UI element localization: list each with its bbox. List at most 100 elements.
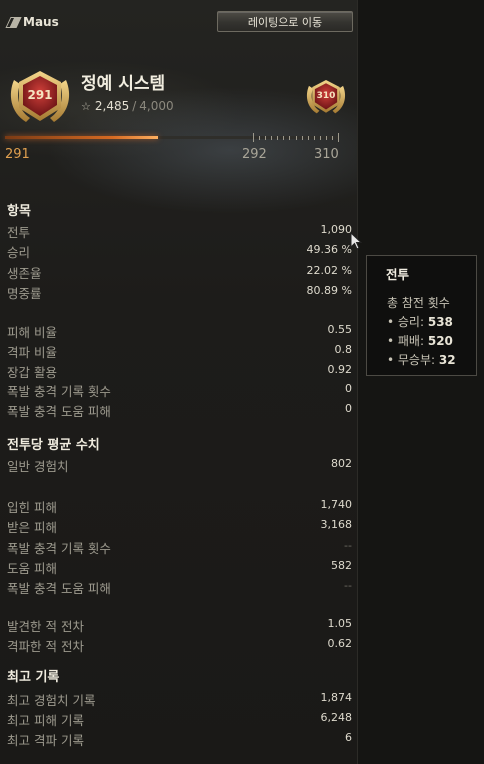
progress-tick <box>295 136 297 140</box>
stat-row: 격파 비율 0.8 <box>7 342 352 362</box>
tooltip-item-value: 538 <box>427 315 453 329</box>
stat-label: 폭발 충격 기록 횟수 <box>7 540 111 556</box>
progress-tick <box>325 136 327 140</box>
stat-label: 최고 격파 기록 <box>7 733 84 748</box>
stat-row: 격파한 적 전차 0.62 <box>7 636 352 656</box>
tooltip-item-value: 32 <box>438 353 456 367</box>
stat-row: 전투 1,090 <box>7 222 352 242</box>
right-background <box>358 0 484 764</box>
stat-row: 받은 피해 3,168 <box>7 517 352 537</box>
tank-title-row: Maus <box>6 15 59 29</box>
progress-tick <box>319 136 321 140</box>
stat-row: 폭발 충격 기록 횟수 0 <box>7 381 352 401</box>
stat-label: 생존율 <box>7 265 42 281</box>
section-title: 전투당 평균 수치 <box>7 438 100 453</box>
stat-label: 일반 경험치 <box>7 459 69 474</box>
stat-label: 장갑 활용 <box>7 364 57 380</box>
stat-value: 1,090 <box>320 223 353 236</box>
tooltip-item-label: • 패배: <box>387 334 425 348</box>
progress-tick <box>338 133 339 142</box>
go-to-rating-button[interactable]: 레이팅으로 이동 <box>217 11 353 32</box>
stat-row: 승리 49.36 % <box>7 242 352 262</box>
stat-row: 최고 격파 기록 6 <box>7 730 352 750</box>
stat-label: 명중률 <box>7 285 42 301</box>
stat-value: 0.92 <box>327 362 353 376</box>
stat-row: 폭발 충격 도움 피해 -- <box>7 578 352 598</box>
next-level-badge: 310 <box>303 78 349 116</box>
stat-value: 1.05 <box>327 617 353 630</box>
elite-system-title: 정예 시스템 <box>81 74 166 94</box>
tier-chevron-icon <box>6 16 18 28</box>
stat-value: -- <box>344 579 352 593</box>
stat-label: 최고 경험치 기록 <box>7 693 96 708</box>
stat-label: 폭발 충격 도움 피해 <box>7 404 111 420</box>
progress-tick <box>301 136 303 140</box>
stat-label: 피해 비율 <box>7 325 57 340</box>
stat-label: 격파한 적 전차 <box>7 639 84 654</box>
progress-tick <box>307 136 309 140</box>
stat-row: 피해 비율 0.55 <box>7 322 352 342</box>
tooltip-item-label: • 승리: <box>387 315 425 329</box>
stat-label: 격파 비율 <box>7 344 57 360</box>
stat-value: 6 <box>345 731 352 744</box>
stat-value: 1,740 <box>320 498 353 511</box>
stat-value: 0.62 <box>327 637 353 650</box>
progress-tick <box>265 136 267 140</box>
tooltip-items: • 승리: 538 • 패배: 520 • 무승부: 32 <box>387 313 476 368</box>
xp-separator: / <box>132 99 137 113</box>
tooltip-item-value: 520 <box>427 334 453 348</box>
stat-value: 80.89 % <box>306 283 352 297</box>
battles-tooltip: 전투 총 참전 횟수 • 승리: 538 • 패배: 520 • 무승부: 32 <box>366 255 477 376</box>
stat-value: -- <box>344 538 352 552</box>
stat-row: 장갑 활용 0.92 <box>7 362 352 382</box>
tooltip-item: • 무승부: 32 <box>387 351 476 368</box>
stat-row: 입힌 피해 1,740 <box>7 497 352 517</box>
xp-current: 2,485 <box>94 99 130 113</box>
stat-row: 명중률 80.89 % <box>7 283 352 303</box>
progress-tick <box>271 136 273 140</box>
tank-name: Maus <box>23 15 59 29</box>
stat-row: 생존율 22.02 % <box>7 263 352 283</box>
stat-label: 받은 피해 <box>7 520 57 536</box>
stat-value: 6,248 <box>320 711 353 724</box>
stat-value: 0.55 <box>327 323 353 336</box>
stat-row: 최고 피해 기록 6,248 <box>7 710 352 730</box>
level-mid-label: 292 <box>242 147 267 162</box>
stat-value: 3,168 <box>320 518 353 532</box>
section-title: 최고 기록 <box>7 670 60 685</box>
progress-tick <box>283 136 285 140</box>
stat-value: 49.36 % <box>306 243 352 257</box>
progress-tick <box>277 136 279 140</box>
stat-value: 1,874 <box>320 691 353 704</box>
stat-label: 전투 <box>7 225 31 240</box>
elite-xp-row: ☆ 2,485 / 4,000 <box>81 99 174 113</box>
stat-label: 폭발 충격 도움 피해 <box>7 581 111 597</box>
stat-label: 승리 <box>7 245 31 261</box>
stat-value: 802 <box>331 457 352 470</box>
tooltip-item-label: • 무승부: <box>387 353 436 367</box>
tooltip-item: • 패배: 520 <box>387 332 476 349</box>
stat-row: 일반 경험치 802 <box>7 456 352 476</box>
progress-tick <box>313 136 315 140</box>
star-icon: ☆ <box>81 99 91 113</box>
stat-row: 도움 피해 582 <box>7 558 352 578</box>
stat-value: 0 <box>345 402 352 416</box>
section-title: 항목 <box>7 204 31 219</box>
next-level-number: 310 <box>316 91 336 101</box>
elite-level-badge: 291 <box>6 68 74 126</box>
progress-tick <box>259 136 261 140</box>
stat-row: 최고 경험치 기록 1,874 <box>7 690 352 710</box>
stat-label: 발견한 적 전차 <box>7 619 84 634</box>
stat-label: 최고 피해 기록 <box>7 713 84 728</box>
stat-value: 582 <box>331 558 352 572</box>
progress-tick <box>253 133 254 142</box>
stat-label: 입힌 피해 <box>7 500 57 515</box>
level-current-label: 291 <box>5 147 30 162</box>
stat-label: 폭발 충격 기록 횟수 <box>7 384 111 400</box>
tooltip-item: • 승리: 538 <box>387 313 476 330</box>
stat-row: 발견한 적 전차 1.05 <box>7 616 352 636</box>
stat-value: 0 <box>345 382 352 396</box>
tooltip-title: 전투 <box>386 267 410 282</box>
stat-label: 도움 피해 <box>7 560 57 576</box>
tooltip-subtitle: 총 참전 횟수 <box>387 296 450 310</box>
